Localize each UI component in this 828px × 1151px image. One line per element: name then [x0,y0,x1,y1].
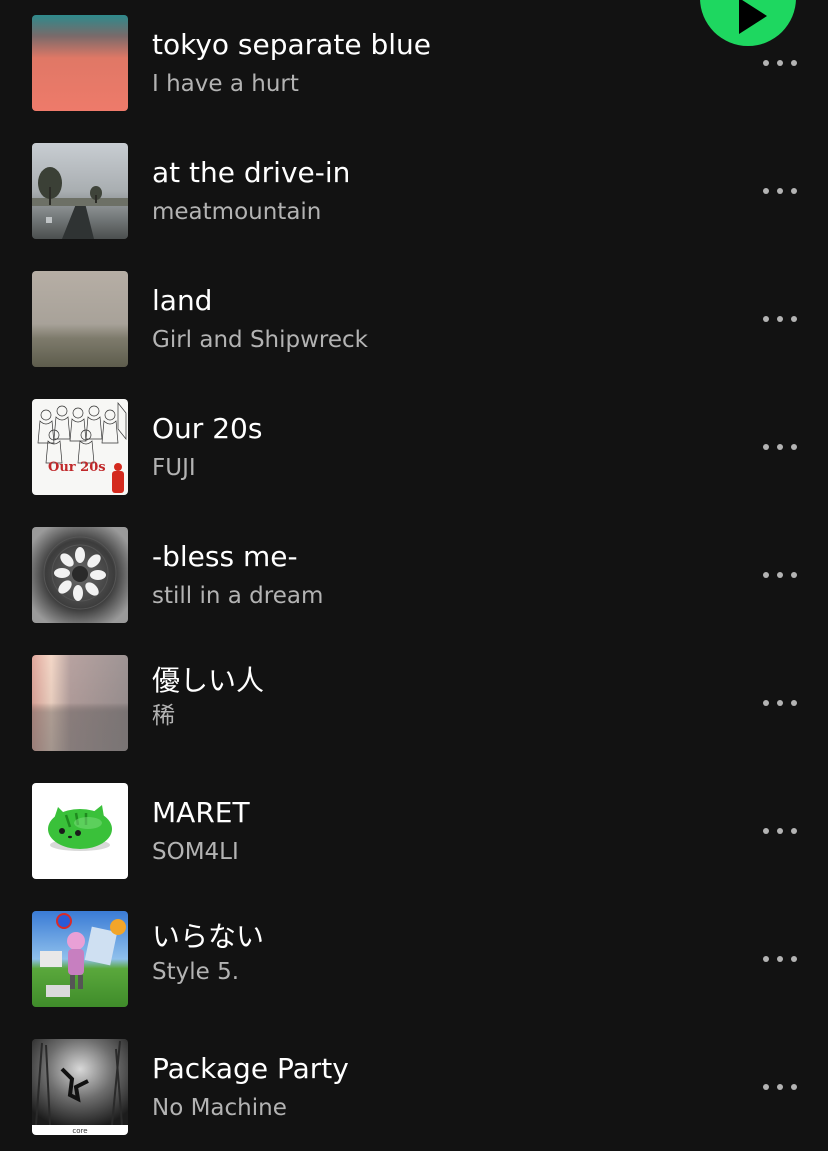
more-options-button[interactable] [760,691,800,715]
more-options-icon [763,1084,797,1090]
more-options-icon [763,60,797,66]
more-options-button[interactable] [760,307,800,331]
track-row[interactable]: いらない Style 5. [0,895,828,1023]
track-row[interactable]: tokyo separate blue I have a hurt [0,0,828,127]
more-options-button[interactable] [760,1075,800,1099]
track-artist: Girl and Shipwreck [152,327,368,353]
track-title: Package Party [152,1052,349,1085]
cover-art-sketch-figures: Our 20s [32,399,128,495]
more-options-icon [763,572,797,578]
track-row[interactable]: core Package Party No Machine [0,1023,828,1151]
track-title: -bless me- [152,540,298,573]
track-row[interactable]: land Girl and Shipwreck [0,255,828,383]
cover-text: core [72,1127,87,1135]
more-options-icon [763,444,797,450]
more-options-button[interactable] [760,435,800,459]
track-list: tokyo separate blue I have a hurt at the… [0,0,828,1151]
cover-art-rainy-road [32,143,128,239]
more-options-button[interactable] [760,179,800,203]
more-options-button[interactable] [760,563,800,587]
more-options-icon [763,700,797,706]
track-title: Our 20s [152,412,263,445]
track-title: いらない [152,920,265,953]
track-artist: 稀 [152,703,175,729]
cover-art-blurred-light [32,655,128,751]
track-title: MARET [152,796,250,829]
track-row[interactable]: 優しい人 稀 [0,639,828,767]
cover-art-flower-ring [32,527,128,623]
cover-art-foggy-field [32,271,128,367]
track-title: 優しい人 [152,664,265,697]
track-title: land [152,284,213,317]
track-artist: meatmountain [152,199,322,225]
track-row[interactable]: at the drive-in meatmountain [0,127,828,255]
track-artist: I have a hurt [152,71,299,97]
track-row[interactable]: Our 20s Our 20s FUJI [0,383,828,511]
cover-art-forest-diver: core [32,1039,128,1135]
track-title: tokyo separate blue [152,28,431,61]
cover-art-collage [32,911,128,1007]
track-artist: FUJI [152,455,196,481]
track-row[interactable]: MARET SOM4LI [0,767,828,895]
more-options-icon [763,188,797,194]
track-artist: Style 5. [152,959,240,985]
track-artist: still in a dream [152,583,324,609]
track-title: at the drive-in [152,156,351,189]
cover-art-green-cat [32,783,128,879]
track-row[interactable]: -bless me- still in a dream [0,511,828,639]
track-artist: SOM4LI [152,839,239,865]
cover-art-salmon-haze [32,15,128,111]
more-options-icon [763,956,797,962]
track-artist: No Machine [152,1095,287,1121]
more-options-icon [763,828,797,834]
more-options-button[interactable] [760,947,800,971]
more-options-icon [763,316,797,322]
cover-text: Our 20s [48,460,106,475]
more-options-button[interactable] [760,819,800,843]
more-options-button[interactable] [760,51,800,75]
